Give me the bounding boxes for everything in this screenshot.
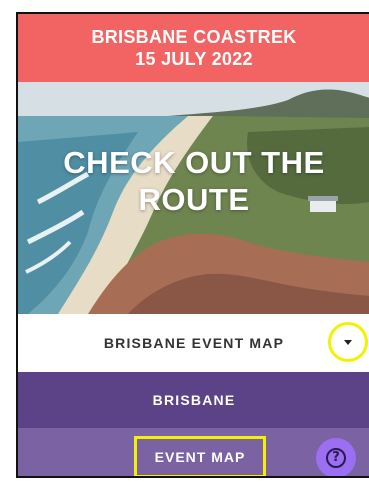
tab-bar: EVENT MAP ? — [18, 428, 369, 476]
event-name: BRISBANE COASTREK — [91, 27, 297, 47]
map-selector[interactable]: BRISBANE EVENT MAP — [18, 314, 369, 372]
route-hero-image: CHECK OUT THE ROUTE — [18, 82, 369, 314]
help-button[interactable]: ? — [316, 438, 356, 476]
highlight-ring — [328, 322, 368, 362]
map-dropdown-toggle[interactable] — [328, 322, 369, 362]
region-header: BRISBANE — [18, 372, 369, 428]
question-mark-icon: ? — [326, 448, 346, 468]
map-selector-label: BRISBANE EVENT MAP — [103, 335, 285, 351]
tab-event-map[interactable]: EVENT MAP — [134, 436, 266, 476]
tab-event-map-label: EVENT MAP — [154, 449, 246, 465]
hero-title: CHECK OUT THE ROUTE — [63, 145, 325, 217]
mobile-viewport: BRISBANE COASTREK 15 JULY 2022 CHECK OUT… — [16, 12, 369, 478]
region-label: BRISBANE — [152, 392, 236, 408]
event-date: 15 JULY 2022 — [135, 49, 253, 69]
event-header: BRISBANE COASTREK 15 JULY 2022 — [18, 14, 369, 82]
